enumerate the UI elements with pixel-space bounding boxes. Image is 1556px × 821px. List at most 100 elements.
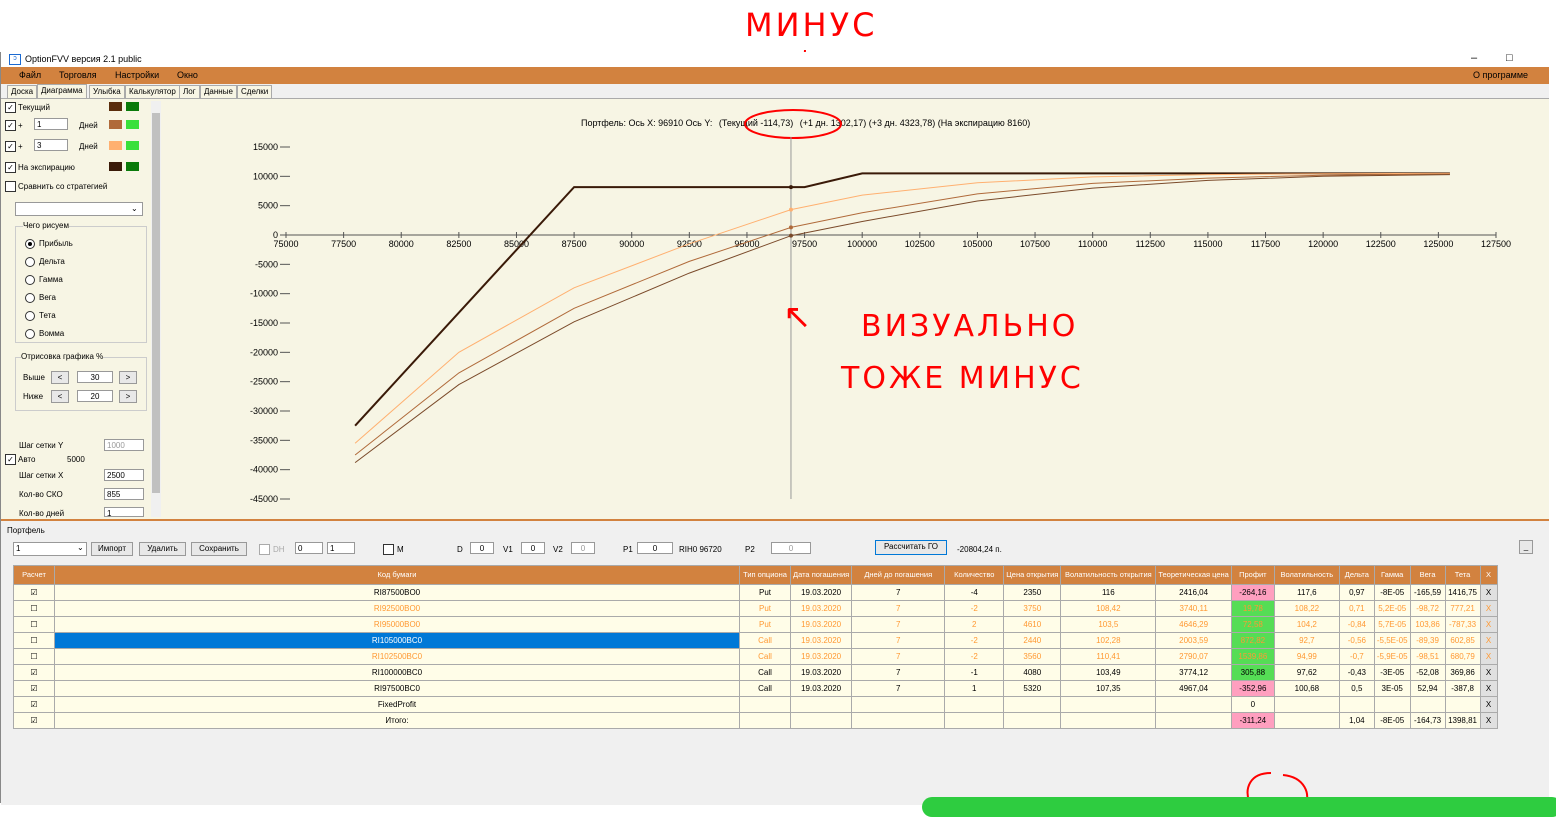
tab-data[interactable]: Данные (200, 85, 237, 98)
menu-window[interactable]: Окно (177, 70, 198, 80)
col-x[interactable]: X (1479, 565, 1498, 585)
v1-input[interactable]: 0 (521, 542, 545, 554)
cell-x[interactable]: X (1479, 584, 1498, 601)
radio-vega[interactable] (25, 293, 35, 303)
above-decrease-button[interactable]: < (51, 371, 69, 384)
plus3-color-swatch[interactable] (109, 141, 122, 150)
expiration-color-swatch[interactable] (109, 162, 122, 171)
cell-check[interactable]: ☑ (13, 696, 55, 713)
left-scrollbar-thumb[interactable] (152, 113, 160, 493)
expiration-checkbox[interactable]: ✓ (5, 162, 16, 173)
cell-check[interactable]: ☐ (13, 600, 55, 617)
current-checkbox[interactable]: ✓ (5, 102, 16, 113)
table-row[interactable]: ☐ RI92500BO0 Put 19.03.2020 7 -2 3750 108,42 374… (13, 600, 1498, 617)
tab-board[interactable]: Доска (7, 85, 38, 98)
table-row[interactable]: ☑ RI100000BC0 Call 19.03.2020 7 -1 4080 103,49 3… (13, 664, 1498, 681)
portfolio-select-chevron-icon[interactable]: ⌄ (77, 543, 84, 552)
cell-x[interactable]: X (1479, 712, 1498, 729)
radio-theta[interactable] (25, 311, 35, 321)
col-profit[interactable]: Профит (1230, 565, 1275, 585)
d-input[interactable]: 0 (470, 542, 494, 554)
menu-about[interactable]: О программе (1473, 70, 1528, 80)
above-increase-button[interactable]: > (119, 371, 137, 384)
sko-input[interactable]: 855 (104, 488, 144, 500)
plus3-checkbox[interactable]: ✓ (5, 141, 16, 152)
menu-file[interactable]: Файл (19, 70, 41, 80)
grid-x-input[interactable]: 2500 (104, 469, 144, 481)
cell-x[interactable]: X (1479, 648, 1498, 665)
cell-check[interactable]: ☑ (13, 664, 55, 681)
col-gamma[interactable]: Гамма (1373, 565, 1411, 585)
col-theta[interactable]: Тета (1444, 565, 1481, 585)
cell-check[interactable]: ☑ (13, 584, 55, 601)
cell-x[interactable]: X (1479, 664, 1498, 681)
grid-y-input[interactable]: 1000 (104, 439, 144, 451)
table-row[interactable]: ☑ RI97500BC0 Call 19.03.2020 7 1 5320 107,35 496… (13, 680, 1498, 697)
maximize-button[interactable]: □ (1506, 52, 1513, 64)
cell-check[interactable]: ☑ (13, 680, 55, 697)
table-row[interactable]: ☐ RI95000BO0 Put 19.03.2020 7 2 4610 103,5 4646,… (13, 616, 1498, 633)
collapse-button[interactable]: _ (1519, 540, 1533, 554)
tab-deals[interactable]: Сделки (237, 85, 273, 98)
plus1-checkbox[interactable]: ✓ (5, 120, 16, 131)
p2-input[interactable]: 0 (771, 542, 811, 554)
tab-calculator[interactable]: Калькулятор (125, 85, 180, 98)
below-input[interactable]: 20 (77, 390, 113, 402)
col-delta[interactable]: Дельта (1338, 565, 1375, 585)
cell-check[interactable]: ☐ (13, 616, 55, 633)
dh-checkbox[interactable] (259, 544, 270, 555)
days-count-input[interactable]: 1 (104, 507, 144, 518)
cell-check[interactable]: ☐ (13, 632, 55, 649)
below-decrease-button[interactable]: < (51, 390, 69, 403)
col-vol[interactable]: Волатильность (1273, 565, 1340, 585)
radio-delta[interactable] (25, 257, 35, 267)
plus1-color-swatch[interactable] (109, 120, 122, 129)
portfolio-select[interactable]: 1 (13, 542, 87, 556)
col-type[interactable]: Тип опциона (739, 565, 791, 585)
calc-go-button[interactable]: Рассчитать ГО (875, 540, 947, 555)
menu-trade[interactable]: Торговля (59, 70, 97, 80)
strategy-select[interactable] (15, 202, 143, 216)
cell-check[interactable]: ☑ (13, 712, 55, 729)
delete-button[interactable]: Удалить (139, 542, 186, 556)
tab-smile[interactable]: Улыбка (89, 85, 125, 98)
plus3-days-input[interactable]: 3 (34, 139, 68, 151)
cell-x[interactable]: X (1479, 680, 1498, 697)
col-days[interactable]: Дней до погашения (851, 565, 946, 585)
v2-input[interactable]: 0 (571, 542, 595, 554)
table-row[interactable]: ☑ FixedProfit 0 X (13, 696, 1498, 713)
col-date[interactable]: Дата погашения (789, 565, 853, 585)
col-code[interactable]: Код бумаги (54, 565, 740, 585)
current-green-swatch[interactable] (126, 102, 139, 111)
col-vega[interactable]: Вега (1409, 565, 1446, 585)
minimize-button[interactable]: – (1471, 52, 1477, 64)
import-button[interactable]: Импорт (91, 542, 133, 556)
radio-gamma[interactable] (25, 275, 35, 285)
table-row[interactable]: ☐ RI105000BC0 Call 19.03.2020 7 -2 2440 102,28 2… (13, 632, 1498, 649)
expiration-green-swatch[interactable] (126, 162, 139, 171)
notification-toast[interactable] (922, 797, 1556, 817)
p1-input[interactable]: 0 (637, 542, 673, 554)
cell-x[interactable]: X (1479, 696, 1498, 713)
dh-spin1[interactable]: 0 (295, 542, 323, 554)
cell-x[interactable]: X (1479, 632, 1498, 649)
below-increase-button[interactable]: > (119, 390, 137, 403)
radio-profit[interactable] (25, 239, 35, 249)
dh-spin2[interactable]: 1 (327, 542, 355, 554)
col-vol-open[interactable]: Волатильность открытия (1060, 565, 1157, 585)
compare-checkbox[interactable] (5, 181, 16, 192)
cell-check[interactable]: ☐ (13, 648, 55, 665)
above-input[interactable]: 30 (77, 371, 113, 383)
plus1-green-swatch[interactable] (126, 120, 139, 129)
menu-settings[interactable]: Настройки (115, 70, 159, 80)
table-row[interactable]: ☑ RI87500BO0 Put 19.03.2020 7 -4 2350 116 2416,0… (13, 584, 1498, 601)
m-checkbox[interactable] (383, 544, 394, 555)
col-calc[interactable]: Расчет (13, 565, 55, 585)
plus1-days-input[interactable]: 1 (34, 118, 68, 130)
cell-x[interactable]: X (1479, 616, 1498, 633)
tab-log[interactable]: Лог (179, 85, 200, 98)
current-color-swatch[interactable] (109, 102, 122, 111)
cell-x[interactable]: X (1479, 600, 1498, 617)
chevron-down-icon[interactable]: ⌄ (131, 204, 138, 213)
plus3-green-swatch[interactable] (126, 141, 139, 150)
